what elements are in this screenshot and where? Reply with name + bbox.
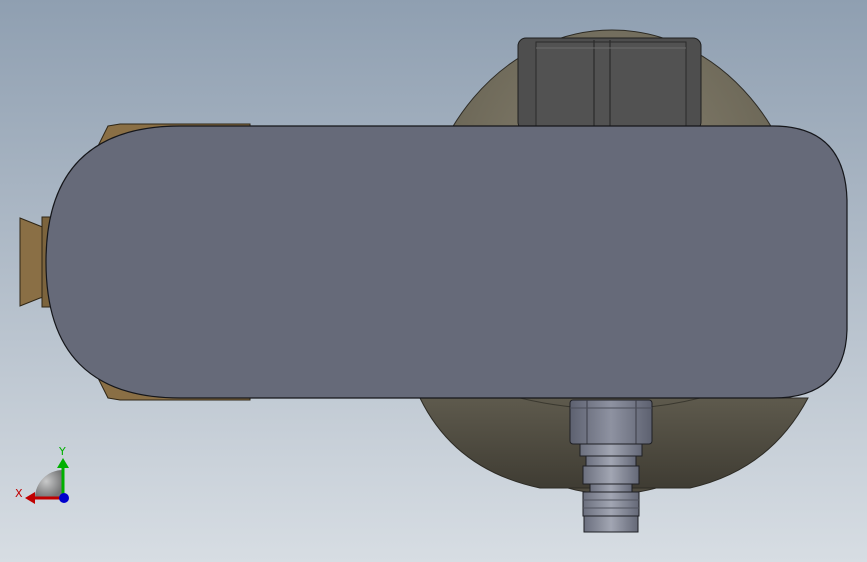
hex-fitting[interactable] <box>569 399 653 445</box>
triad-x-label: X <box>15 487 23 500</box>
triad-y-label: Y <box>58 445 66 458</box>
triad-z-axis-icon <box>59 493 69 503</box>
top-connector[interactable] <box>517 37 702 131</box>
graphics-viewport[interactable]: X Y <box>0 0 867 562</box>
main-housing[interactable] <box>45 125 848 399</box>
